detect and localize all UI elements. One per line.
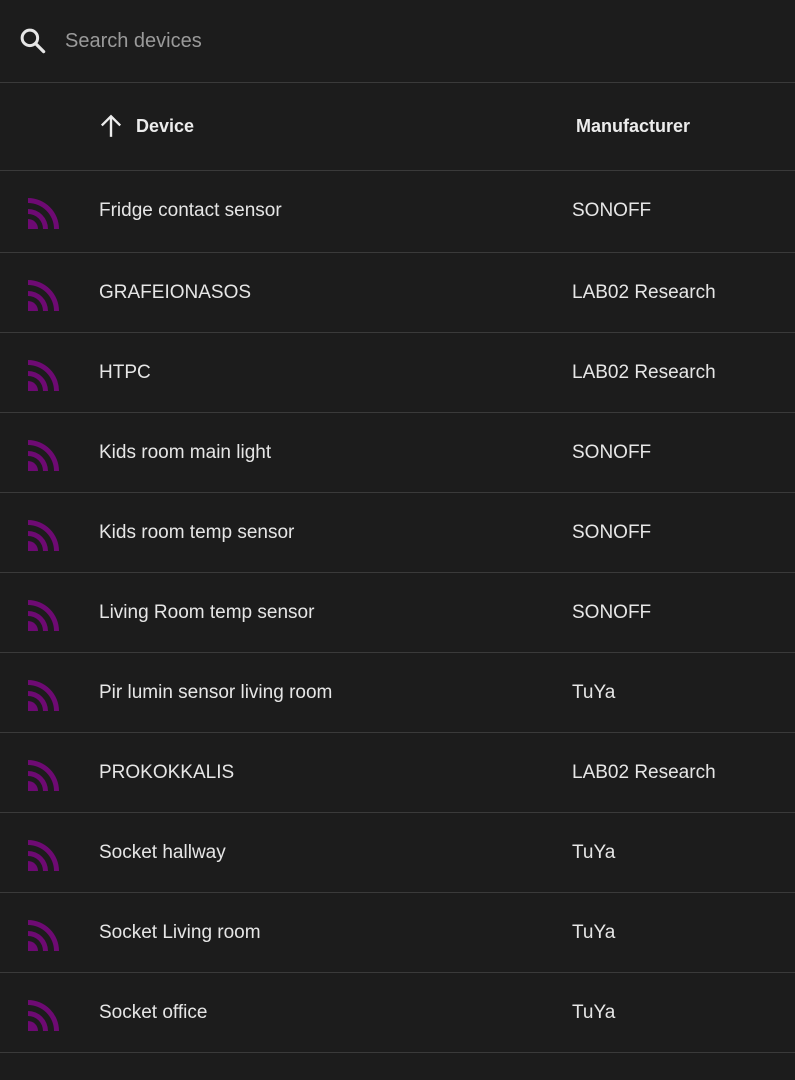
zigbee-icon bbox=[28, 675, 64, 711]
zigbee-icon bbox=[28, 193, 64, 229]
table-row[interactable]: Pir lumin sensor living room TuYa bbox=[0, 653, 795, 733]
zigbee-icon bbox=[28, 995, 64, 1031]
table-row[interactable]: PROKOKKALIS LAB02 Research bbox=[0, 733, 795, 813]
device-manufacturer: TuYa bbox=[572, 682, 616, 703]
table-row[interactable]: Socket hallway TuYa bbox=[0, 813, 795, 893]
device-name: Socket Living room bbox=[99, 922, 261, 943]
device-name: HTPC bbox=[99, 362, 151, 383]
device-manufacturer: LAB02 Research bbox=[572, 282, 716, 303]
table-row[interactable]: GRAFEIONASOS LAB02 Research bbox=[0, 253, 795, 333]
device-manufacturer: TuYa bbox=[572, 842, 616, 863]
device-name: Kids room main light bbox=[99, 442, 272, 463]
device-name: Fridge contact sensor bbox=[99, 200, 282, 221]
device-manufacturer: SONOFF bbox=[572, 200, 652, 221]
table-row[interactable]: Socket Living room TuYa bbox=[0, 893, 795, 973]
table-row[interactable]: Living Room temp sensor SONOFF bbox=[0, 573, 795, 653]
device-list: Fridge contact sensor SONOFF GRAFEIONASOS… bbox=[0, 171, 795, 1053]
search-bar bbox=[0, 0, 795, 83]
zigbee-icon bbox=[28, 915, 64, 951]
table-row[interactable]: Socket office TuYa bbox=[0, 973, 795, 1053]
arrow-up-icon[interactable] bbox=[98, 113, 124, 139]
device-name: Kids room temp sensor bbox=[99, 522, 295, 543]
table-row[interactable]: HTPC LAB02 Research bbox=[0, 333, 795, 413]
device-name: PROKOKKALIS bbox=[99, 762, 235, 783]
zigbee-icon bbox=[28, 755, 64, 791]
device-manufacturer: LAB02 Research bbox=[572, 762, 716, 783]
device-manufacturer: TuYa bbox=[572, 1002, 616, 1023]
device-name: Pir lumin sensor living room bbox=[99, 682, 333, 703]
search-input[interactable] bbox=[65, 24, 765, 58]
zigbee-icon bbox=[28, 595, 64, 631]
device-manufacturer: SONOFF bbox=[572, 602, 652, 623]
zigbee-icon bbox=[28, 355, 64, 391]
device-name: Socket hallway bbox=[99, 842, 226, 863]
device-manufacturer: LAB02 Research bbox=[572, 362, 716, 383]
table-row[interactable]: Kids room main light SONOFF bbox=[0, 413, 795, 493]
device-manufacturer: TuYa bbox=[572, 922, 616, 943]
device-name: Living Room temp sensor bbox=[99, 602, 315, 623]
table-row[interactable]: Kids room temp sensor SONOFF bbox=[0, 493, 795, 573]
column-header-manufacturer[interactable]: Manufacturer bbox=[576, 116, 690, 137]
zigbee-icon bbox=[28, 515, 64, 551]
zigbee-icon bbox=[28, 275, 64, 311]
zigbee-icon bbox=[28, 435, 64, 471]
zigbee-icon bbox=[28, 835, 64, 871]
device-manufacturer: SONOFF bbox=[572, 442, 652, 463]
table-row[interactable]: Fridge contact sensor SONOFF bbox=[0, 171, 795, 253]
table-header: Device Manufacturer bbox=[0, 83, 795, 171]
search-icon bbox=[18, 26, 48, 56]
device-manufacturer: SONOFF bbox=[572, 522, 652, 543]
device-name: Socket office bbox=[99, 1002, 208, 1023]
device-name: GRAFEIONASOS bbox=[99, 282, 252, 303]
column-header-device[interactable]: Device bbox=[136, 116, 194, 137]
